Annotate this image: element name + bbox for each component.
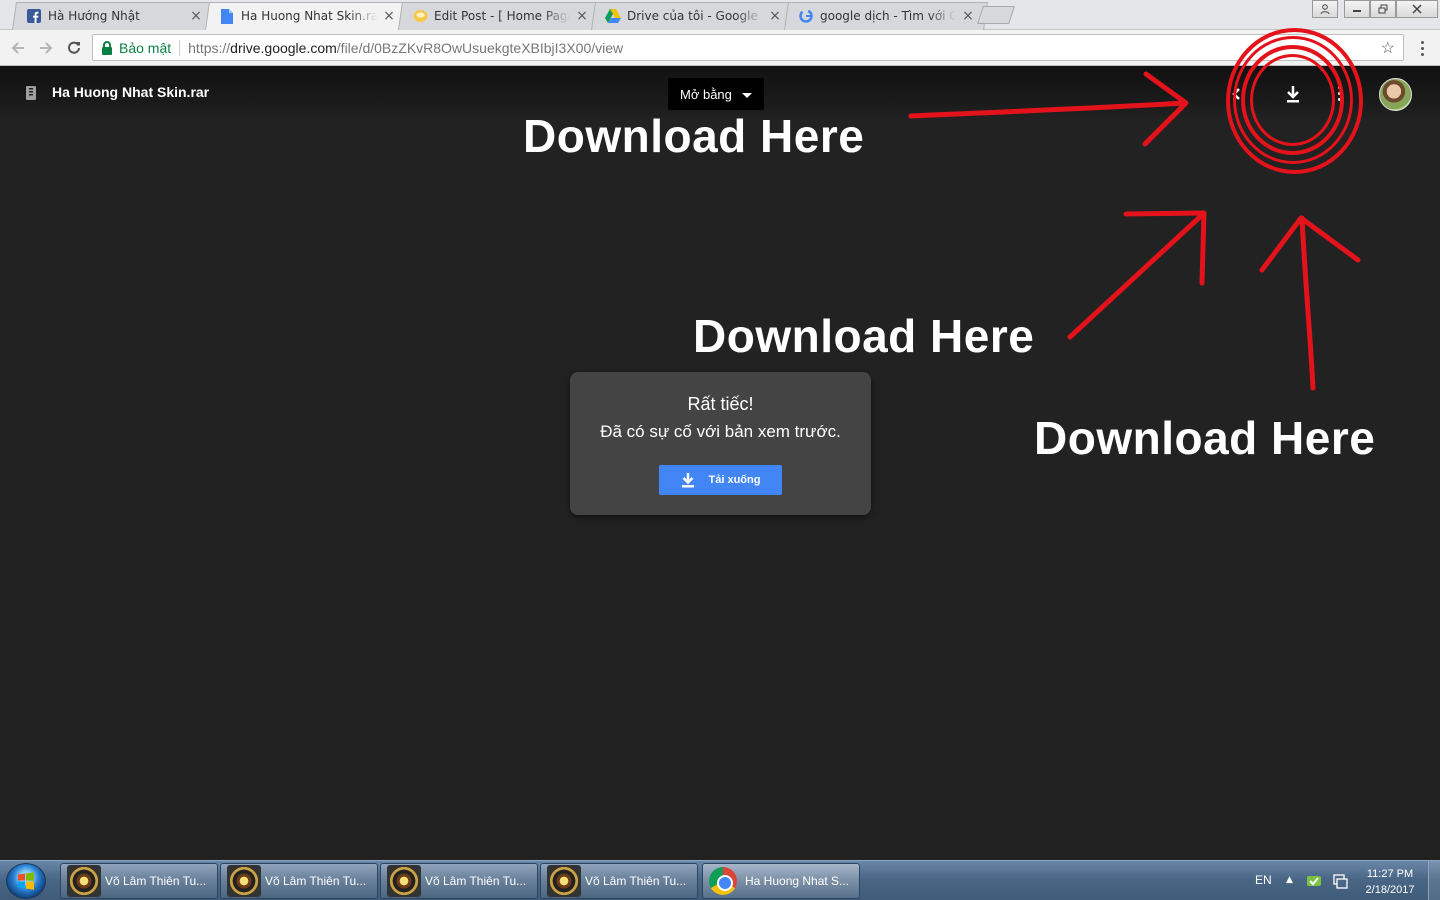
bookmark-star-icon[interactable]: ☆ (1381, 38, 1395, 58)
taskbar-item-label: Võ Lâm Thiên Tu... (105, 874, 207, 888)
tab-close-icon[interactable]: × (190, 9, 202, 23)
tab-close-icon[interactable]: × (962, 9, 974, 23)
tab-my-drive[interactable]: Drive của tôi - Google Drive × (591, 2, 795, 30)
arrow-up (1259, 215, 1361, 391)
annotation-text: Download Here (693, 310, 1035, 362)
game-icon (67, 865, 101, 897)
taskbar-item[interactable]: Võ Lâm Thiên Tu... (380, 863, 538, 899)
error-message: Đã có sự cố với bản xem trước. (600, 422, 841, 441)
address-bar[interactable]: Bảo mật https:// drive.google.com /file/… (92, 34, 1404, 61)
tab-close-icon[interactable]: × (576, 9, 588, 23)
divider (179, 39, 181, 56)
open-with-button[interactable]: Mở bằng (668, 78, 764, 110)
tab-title: Edit Post - [ Home Page ] Blogger (434, 9, 570, 23)
game-icon (227, 865, 261, 897)
annotation-text: Download Here (1034, 412, 1376, 464)
taskbar-item-label: Ha Huong Nhat S... (745, 874, 850, 888)
browser-menu-icon[interactable] (1414, 38, 1430, 58)
network-icon[interactable] (1306, 873, 1322, 889)
game-icon (547, 865, 581, 897)
preview-error-card: Rất tiếc! Đã có sự cố với bản xem trước.… (570, 372, 871, 515)
tab-facebook[interactable]: Hà Hướng Nhật × (12, 2, 216, 30)
window-close-icon[interactable] (1396, 0, 1438, 18)
download-icon (681, 473, 694, 488)
tab-strip: Hà Hướng Nhật × Ha Huong Nhat Skin.rar -… (0, 0, 1440, 30)
error-title: Rất tiếc! (687, 394, 754, 414)
minimize-icon[interactable] (1344, 0, 1370, 18)
blogger-icon (412, 8, 428, 24)
action-center-icon[interactable] (1332, 873, 1348, 889)
forward-icon[interactable] (36, 38, 56, 58)
windows-logo-icon (18, 872, 34, 890)
url-scheme: https:// (188, 39, 231, 56)
annotation-text: Download Here (523, 110, 865, 162)
file-name: Ha Huong Nhat Skin.rar (52, 84, 210, 100)
facebook-icon (26, 8, 42, 24)
restore-icon[interactable] (1370, 0, 1396, 18)
download-label: Tải xuống (708, 474, 761, 486)
taskbar-item[interactable]: Võ Lâm Thiên Tu... (60, 863, 218, 899)
system-clock[interactable]: 11:27 PM 2/18/2017 (1360, 866, 1420, 898)
chrome-icon (709, 867, 737, 895)
tab-title: Hà Hướng Nhật (48, 9, 140, 23)
language-indicator[interactable]: EN (1255, 873, 1272, 887)
taskbar-item[interactable]: Võ Lâm Thiên Tu... (220, 863, 378, 899)
tab-close-icon[interactable]: × (383, 9, 395, 23)
back-icon[interactable] (8, 38, 28, 58)
taskbar-item-label: Võ Lâm Thiên Tu... (585, 874, 687, 888)
tray-expand-icon[interactable]: ▲ (1286, 875, 1293, 885)
chevron-down-icon (741, 93, 752, 98)
tab-title: Drive của tôi - Google Drive (627, 9, 763, 23)
secure-label: Bảo mật (119, 39, 172, 56)
game-icon (387, 865, 421, 897)
tab-drive-file[interactable]: Ha Huong Nhat Skin.rar - Google Drive × (205, 2, 409, 30)
arrow-diagonal (1067, 210, 1207, 340)
reload-icon[interactable] (64, 38, 84, 58)
profile-button[interactable] (1312, 0, 1338, 18)
url-path: /file/d/0BzZKvR8OwUsuekgteXBIbjI3X00/vie… (336, 39, 624, 56)
google-drive-icon (605, 8, 621, 24)
clock-date: 2/18/2017 (1365, 884, 1415, 896)
file-type-icon (26, 86, 36, 100)
tab-title: Ha Huong Nhat Skin.rar - Google Drive (241, 9, 377, 23)
lock-icon (102, 40, 112, 55)
url-host: drive.google.com (230, 39, 337, 56)
clock-time: 11:27 PM (1366, 868, 1414, 880)
browser-toolbar: Bảo mật https:// drive.google.com /file/… (0, 30, 1440, 66)
window-controls (1344, 0, 1438, 18)
start-button[interactable] (6, 863, 46, 899)
tab-close-icon[interactable]: × (769, 9, 781, 23)
annotation-ring (1250, 54, 1335, 146)
taskbar-item[interactable]: Ha Huong Nhat S... (702, 863, 860, 899)
taskbar: Võ Lâm Thiên Tu... Võ Lâm Thiên Tu... Võ… (0, 860, 1440, 900)
taskbar-item[interactable]: Võ Lâm Thiên Tu... (540, 863, 698, 899)
person-icon (1312, 0, 1338, 18)
tab-google-search[interactable]: google dịch - Tìm với Google × (784, 2, 988, 30)
new-tab-button[interactable] (977, 6, 1015, 24)
drive-doc-icon (219, 8, 235, 24)
tab-blogger[interactable]: Edit Post - [ Home Page ] Blogger × (398, 2, 602, 30)
show-desktop-button[interactable] (1428, 861, 1440, 900)
taskbar-item-label: Võ Lâm Thiên Tu... (425, 874, 527, 888)
open-with-label: Mở bằng (680, 86, 732, 102)
tab-title: google dịch - Tìm với Google (820, 9, 956, 23)
avatar[interactable] (1379, 78, 1412, 111)
taskbar-item-label: Võ Lâm Thiên Tu... (265, 874, 367, 888)
download-file-button[interactable]: Tải xuống (659, 465, 782, 495)
google-icon (798, 8, 814, 24)
